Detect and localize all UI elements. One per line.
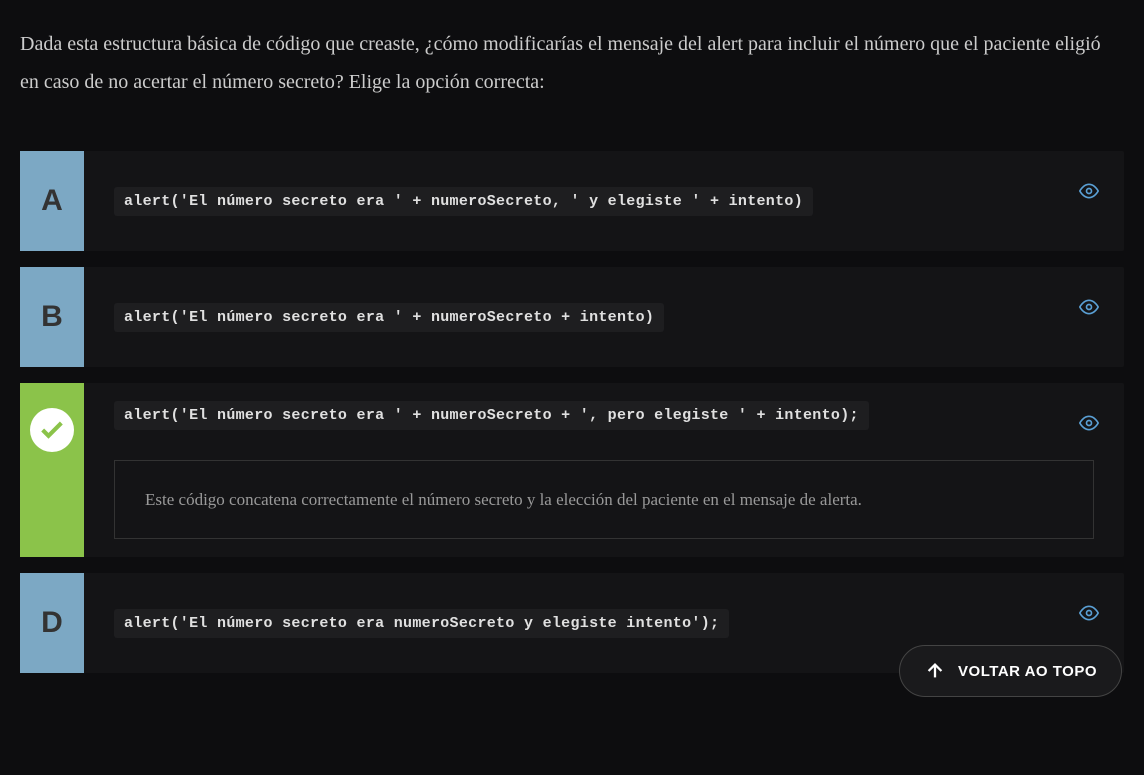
code-block-c: alert('El número secreto era ' + numeroS… — [114, 401, 869, 430]
eye-icon[interactable] — [1079, 181, 1099, 206]
eye-icon[interactable] — [1079, 413, 1099, 438]
arrow-up-icon — [924, 660, 946, 682]
question-text: Dada esta estructura básica de código qu… — [20, 25, 1124, 101]
option-label-a: A — [20, 151, 84, 251]
option-content-b: alert('El número secreto era ' + numeroS… — [84, 267, 1124, 367]
eye-icon[interactable] — [1079, 297, 1099, 322]
back-to-top-label: VOLTAR AO TOPO — [958, 663, 1097, 680]
back-to-top-button[interactable]: VOLTAR AO TOPO — [899, 645, 1122, 697]
option-label-d: D — [20, 573, 84, 673]
option-content-a: alert('El número secreto era ' + numeroS… — [84, 151, 1124, 251]
code-block-b: alert('El número secreto era ' + numeroS… — [114, 303, 664, 332]
options-container: A alert('El número secreto era ' + numer… — [20, 151, 1124, 673]
question-container: Dada esta estructura básica de código qu… — [0, 0, 1144, 693]
code-block-a: alert('El número secreto era ' + numeroS… — [114, 187, 813, 216]
option-label-correct — [20, 383, 84, 557]
eye-icon[interactable] — [1079, 603, 1099, 628]
option-b[interactable]: B alert('El número secreto era ' + numer… — [20, 267, 1124, 367]
option-a[interactable]: A alert('El número secreto era ' + numer… — [20, 151, 1124, 251]
check-icon — [30, 408, 74, 452]
option-label-b: B — [20, 267, 84, 367]
option-content-c: alert('El número secreto era ' + numeroS… — [84, 383, 1124, 557]
code-block-d: alert('El número secreto era numeroSecre… — [114, 609, 729, 638]
explanation-box: Este código concatena correctamente el n… — [114, 460, 1094, 539]
option-c-correct[interactable]: alert('El número secreto era ' + numeroS… — [20, 383, 1124, 557]
